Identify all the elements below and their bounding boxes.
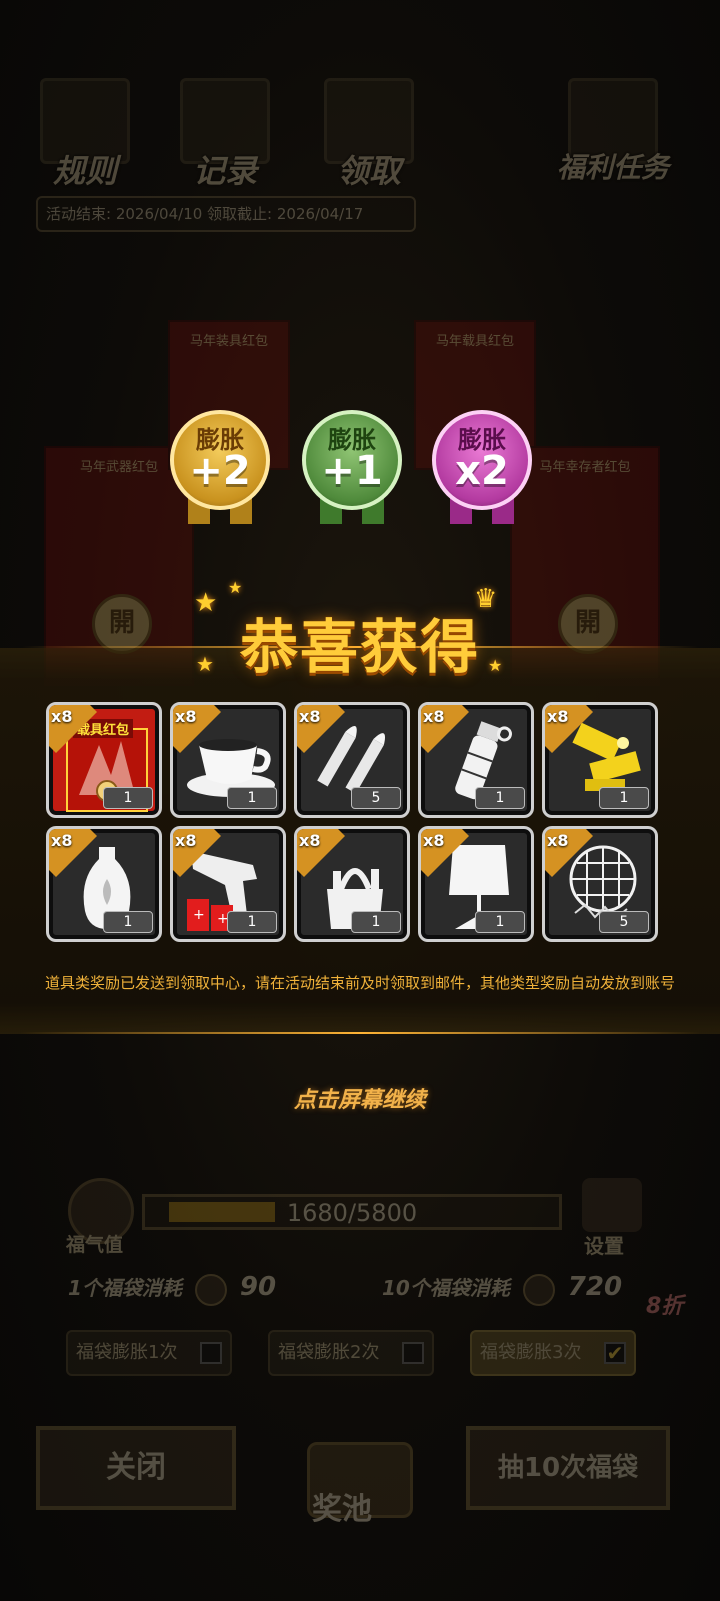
close-button[interactable]: 关闭	[36, 1426, 236, 1510]
single-cost-label: 1个福袋消耗	[68, 1276, 182, 1300]
item-qty: 1	[475, 911, 525, 933]
discount-badge: 8折	[646, 1294, 684, 1319]
item-multiplier: x8	[423, 831, 445, 850]
item-multiplier: x8	[175, 707, 197, 726]
expand-option-label: 福袋膨胀2次	[278, 1342, 380, 1363]
envelope-title: 马年装具红包	[189, 334, 268, 349]
item-qty: 5	[351, 787, 401, 809]
item-qty: 1	[227, 787, 277, 809]
item-multiplier: x8	[547, 831, 569, 850]
medal-value: +2	[189, 448, 251, 494]
expand-medal-green: 膨胀 +1	[298, 406, 406, 526]
luck-coin-icon	[522, 1273, 555, 1306]
reward-item[interactable]: x8 5	[542, 826, 658, 942]
item-multiplier: x8	[51, 707, 73, 726]
prize-pool-label: 奖池	[312, 1492, 372, 1527]
claim-label: 领取	[336, 152, 401, 190]
welfare-label: 福利任务	[556, 151, 669, 184]
reward-title: 恭喜获得	[239, 613, 480, 681]
rules-button[interactable]: 规则	[30, 78, 140, 198]
reward-item[interactable]: x8 1	[418, 702, 534, 818]
single-cost: 1个福袋消耗 90	[68, 1272, 276, 1306]
divider	[20, 1032, 700, 1034]
tap-to-continue[interactable]: 点击屏幕继续	[0, 1082, 720, 1114]
reward-item[interactable]: x8 1	[46, 826, 162, 942]
item-qty: 1	[475, 787, 525, 809]
star-icon: ★	[228, 578, 243, 597]
luck-label: 福气值	[66, 1234, 124, 1256]
rules-label: 规则	[52, 152, 117, 190]
ten-cost: 10个福袋消耗 720	[382, 1272, 622, 1306]
reward-item[interactable]: + + x8 1	[170, 826, 286, 942]
item-multiplier: x8	[51, 831, 73, 850]
reward-item[interactable]: x8 1	[294, 826, 410, 942]
medal-value: x2	[455, 448, 509, 494]
checkbox-checked[interactable]: ✔	[604, 1342, 626, 1364]
item-qty: 1	[599, 787, 649, 809]
item-qty: 1	[103, 787, 153, 809]
item-multiplier: x8	[175, 831, 197, 850]
records-button[interactable]: 记录	[170, 78, 280, 198]
reward-item[interactable]: x8 1	[542, 702, 658, 818]
reward-item[interactable]: 载具红包 x8 1	[46, 702, 162, 818]
item-qty: 1	[103, 911, 153, 933]
luck-coin-icon	[194, 1273, 227, 1306]
reward-item[interactable]: x8 5	[294, 702, 410, 818]
ten-cost-label: 10个福袋消耗	[382, 1276, 510, 1300]
expand-option-1[interactable]: 福袋膨胀1次	[66, 1330, 232, 1376]
single-cost-value: 90	[239, 1272, 277, 1302]
draw-10-button[interactable]: 抽10次福袋	[466, 1426, 670, 1510]
event-dates: 活动结束: 2026/04/10 领取截止: 2026/04/17	[36, 196, 416, 232]
item-multiplier: x8	[547, 707, 569, 726]
claim-button[interactable]: 领取	[314, 78, 424, 198]
settings-label[interactable]: 设置	[584, 1230, 624, 1259]
records-label: 记录	[192, 152, 257, 190]
checkbox[interactable]	[200, 1342, 222, 1364]
item-qty: 1	[227, 911, 277, 933]
item-multiplier: x8	[423, 707, 445, 726]
expand-option-label: 福袋膨胀3次	[480, 1342, 582, 1363]
reward-notice: 道具类奖励已发送到领取中心，请在活动结束前及时领取到邮件，其他类型奖励自动发放到…	[44, 974, 675, 992]
svg-text:+: +	[193, 907, 205, 923]
expand-option-3[interactable]: 福袋膨胀3次 ✔	[470, 1330, 636, 1376]
item-multiplier: x8	[299, 831, 321, 850]
luck-progress-bar: 1680/5800	[142, 1194, 562, 1230]
item-qty: 1	[351, 911, 401, 933]
welfare-tasks-button[interactable]: 福利任务	[548, 78, 678, 198]
expand-medal-gold: 膨胀 +2	[166, 406, 274, 526]
checkbox[interactable]	[402, 1342, 424, 1364]
expand-medal-purple: 膨胀 x2	[428, 406, 536, 526]
expand-option-label: 福袋膨胀1次	[76, 1342, 178, 1363]
prize-pool-button[interactable]: 奖池	[282, 1412, 432, 1527]
expand-option-2[interactable]: 福袋膨胀2次	[268, 1330, 434, 1376]
luck-progress-text: 1680/5800	[286, 1199, 418, 1227]
item-multiplier: x8	[299, 707, 321, 726]
envelope-title: 马年载具红包	[435, 334, 514, 349]
item-qty: 5	[599, 911, 649, 933]
ten-cost-value: 720	[567, 1272, 623, 1302]
reward-item[interactable]: x8 1	[418, 826, 534, 942]
medal-value: +1	[321, 448, 383, 494]
reward-item[interactable]: x8 1	[170, 702, 286, 818]
megaphone-icon[interactable]	[582, 1178, 642, 1232]
